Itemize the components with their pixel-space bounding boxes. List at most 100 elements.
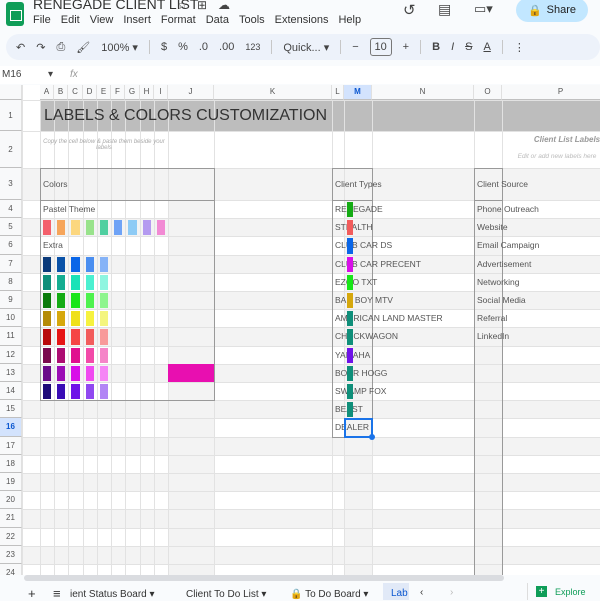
row-header-8[interactable]: 8	[0, 272, 22, 291]
column-header-k[interactable]: K	[214, 85, 332, 100]
row-header-9[interactable]: 9	[0, 291, 22, 310]
color-swatch[interactable]	[43, 311, 51, 327]
name-box-dropdown-icon[interactable]: ▾	[48, 69, 53, 80]
currency-button[interactable]: $	[161, 41, 167, 53]
color-swatch[interactable]	[71, 256, 80, 272]
sheet-tab[interactable]: ient Status Board ▾	[70, 589, 155, 600]
color-swatch[interactable]	[57, 347, 65, 363]
menu-edit[interactable]: Edit	[61, 14, 80, 26]
row-header-1[interactable]: 1	[0, 100, 22, 131]
font-size-decrease-button[interactable]: −	[352, 41, 358, 53]
star-icon[interactable]: ☆	[177, 0, 188, 12]
color-swatch[interactable]	[43, 329, 51, 345]
client-type-color[interactable]	[347, 329, 353, 345]
scroll-tabs-left-icon[interactable]: ‹	[420, 587, 423, 598]
column-header-j[interactable]: J	[168, 85, 214, 100]
client-type-color[interactable]	[347, 256, 353, 272]
all-sheets-button[interactable]: ≡	[53, 586, 61, 601]
color-swatch[interactable]	[86, 256, 94, 272]
menu-help[interactable]: Help	[338, 14, 361, 26]
sheets-logo[interactable]	[6, 2, 24, 26]
font-select[interactable]: Quick... ▾	[283, 41, 329, 54]
color-swatch[interactable]	[86, 329, 94, 345]
column-header-h[interactable]: H	[140, 85, 154, 100]
font-size-input[interactable]: 10	[369, 38, 392, 56]
client-type-color[interactable]	[347, 311, 353, 327]
name-box[interactable]: M16	[2, 69, 21, 80]
color-swatch[interactable]	[71, 293, 80, 309]
color-swatch[interactable]	[100, 347, 108, 363]
color-swatch[interactable]	[86, 311, 94, 327]
color-swatch[interactable]	[71, 311, 80, 327]
fill-handle[interactable]	[369, 433, 375, 440]
row-header-3[interactable]: 3	[0, 168, 22, 200]
column-header-a[interactable]: A	[40, 85, 54, 100]
bold-button[interactable]: B	[432, 41, 440, 53]
menu-insert[interactable]: Insert	[123, 14, 151, 26]
client-type-color[interactable]	[347, 384, 353, 400]
share-button[interactable]: 🔒 Share	[516, 0, 588, 22]
row-header-22[interactable]: 22	[0, 527, 22, 546]
color-swatch[interactable]	[100, 384, 108, 400]
column-header-p[interactable]: P	[502, 85, 600, 100]
color-swatch[interactable]	[57, 293, 65, 309]
row-header-6[interactable]: 6	[0, 236, 22, 255]
color-swatch[interactable]	[168, 363, 214, 382]
color-swatch[interactable]	[57, 311, 65, 327]
menu-view[interactable]: View	[90, 14, 114, 26]
color-swatch[interactable]	[71, 329, 80, 345]
percent-button[interactable]: %	[178, 41, 188, 53]
print-icon[interactable]: ⎙	[56, 41, 65, 54]
color-swatch[interactable]	[71, 347, 80, 363]
text-color-button[interactable]: A	[483, 41, 490, 53]
color-swatch[interactable]	[157, 220, 165, 236]
color-swatch[interactable]	[57, 329, 65, 345]
paint-format-icon[interactable]: 🖌	[76, 41, 90, 54]
more-options-button[interactable]: ⋮	[514, 41, 525, 54]
column-header-e[interactable]: E	[97, 85, 111, 100]
color-swatch[interactable]	[86, 220, 94, 236]
sheet-tab[interactable]: Client To Do List ▾	[186, 589, 266, 600]
color-swatch[interactable]	[43, 256, 51, 272]
increase-decimal-button[interactable]: .00	[219, 41, 234, 53]
column-header-g[interactable]: G	[125, 85, 140, 100]
color-swatch[interactable]	[43, 365, 51, 381]
strikethrough-button[interactable]: S	[465, 41, 472, 53]
color-swatch[interactable]	[43, 293, 51, 309]
client-type-color[interactable]	[347, 220, 353, 236]
explore-button[interactable]: + Explore	[527, 583, 600, 600]
color-swatch[interactable]	[100, 274, 108, 290]
color-swatch[interactable]	[57, 365, 65, 381]
color-swatch[interactable]	[86, 274, 94, 290]
client-type-color[interactable]	[347, 347, 353, 363]
color-swatch[interactable]	[57, 220, 65, 236]
color-swatch[interactable]	[100, 220, 108, 236]
column-header-m[interactable]: M	[344, 85, 372, 100]
color-swatch[interactable]	[100, 329, 108, 345]
undo-icon[interactable]: ↶	[16, 41, 25, 54]
client-type-color[interactable]	[347, 202, 353, 218]
color-swatch[interactable]	[71, 274, 80, 290]
column-header-c[interactable]: C	[68, 85, 83, 100]
column-header-o[interactable]: O	[474, 85, 502, 100]
document-title[interactable]: RENEGADE CLIENT LIST	[33, 0, 198, 12]
color-swatch[interactable]	[57, 384, 65, 400]
color-swatch[interactable]	[57, 274, 65, 290]
row-header-24[interactable]: 24	[0, 564, 22, 575]
color-swatch[interactable]	[86, 347, 94, 363]
color-swatch[interactable]	[86, 365, 94, 381]
comments-icon[interactable]: ▤	[438, 1, 451, 18]
row-header-10[interactable]: 10	[0, 309, 22, 328]
client-type-color[interactable]	[347, 365, 353, 381]
redo-icon[interactable]: ↷	[36, 41, 45, 54]
row-header-11[interactable]: 11	[0, 327, 22, 346]
color-swatch[interactable]	[43, 274, 51, 290]
color-swatch[interactable]	[100, 256, 108, 272]
color-swatch[interactable]	[114, 220, 122, 236]
row-header-21[interactable]: 21	[0, 509, 22, 528]
color-swatch[interactable]	[71, 365, 80, 381]
row-header-4[interactable]: 4	[0, 200, 22, 219]
menu-data[interactable]: Data	[206, 14, 229, 26]
color-swatch[interactable]	[128, 220, 137, 236]
color-swatch[interactable]	[100, 293, 108, 309]
